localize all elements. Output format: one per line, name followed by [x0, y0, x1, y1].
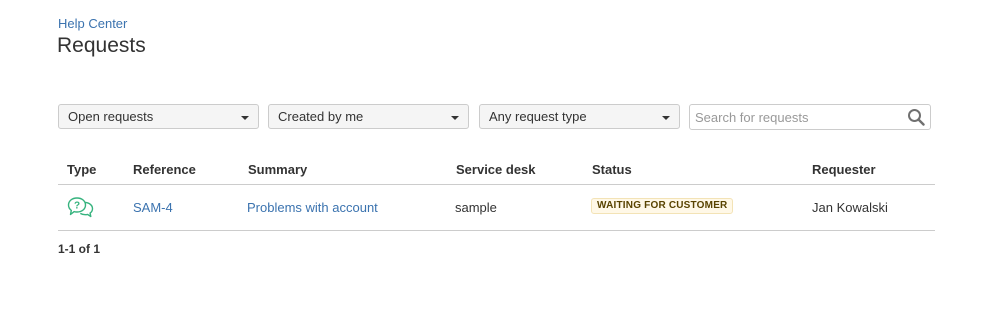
request-summary-link[interactable]: Problems with account [247, 200, 378, 215]
created-by-filter-dropdown[interactable]: Created by me [268, 104, 469, 129]
column-header-summary: Summary [248, 162, 308, 177]
request-type-filter-dropdown[interactable]: Any request type [479, 104, 680, 129]
request-reference-link[interactable]: SAM-4 [133, 200, 173, 215]
service-desk-cell: sample [455, 200, 497, 215]
chevron-down-icon [241, 116, 249, 120]
request-type-filter-value: Any request type [489, 109, 587, 124]
chevron-down-icon [662, 116, 670, 120]
question-chat-icon: ? [67, 197, 94, 218]
table-bottom-divider [58, 230, 935, 231]
status-filter-dropdown[interactable]: Open requests [58, 104, 259, 129]
page-title: Requests [57, 34, 146, 57]
column-header-service-desk: Service desk [456, 162, 536, 177]
column-header-status: Status [592, 162, 632, 177]
search-icon[interactable] [907, 108, 925, 126]
status-badge: WAITING FOR CUSTOMER [591, 198, 734, 214]
breadcrumb-help-center[interactable]: Help Center [58, 16, 127, 31]
requests-page: Help Center Requests Open requests Creat… [0, 0, 998, 328]
column-header-reference: Reference [133, 162, 196, 177]
requester-cell: Jan Kowalski [812, 200, 888, 215]
table-header-divider [58, 184, 935, 185]
search-input[interactable] [690, 105, 900, 129]
column-header-type: Type [67, 162, 97, 177]
search-box [689, 104, 931, 130]
column-header-requester: Requester [812, 162, 876, 177]
svg-text:?: ? [74, 201, 80, 212]
pagination-count: 1-1 of 1 [58, 242, 101, 256]
created-by-filter-value: Created by me [278, 109, 364, 124]
status-filter-value: Open requests [68, 109, 154, 124]
chevron-down-icon [451, 116, 459, 120]
